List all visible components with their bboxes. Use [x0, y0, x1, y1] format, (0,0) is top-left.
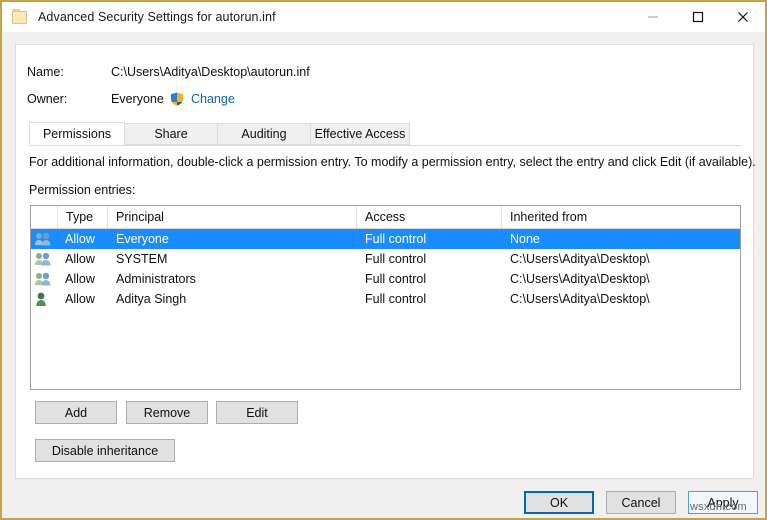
- permission-entries-label: Permission entries:: [29, 183, 135, 197]
- cell-access: Full control: [357, 229, 502, 249]
- edit-button[interactable]: Edit: [216, 401, 298, 424]
- cell-inherited-from: C:\Users\Aditya\Desktop\: [502, 249, 740, 269]
- name-value: C:\Users\Aditya\Desktop\autorun.inf: [111, 65, 310, 79]
- advanced-security-settings-window: Advanced Security Settings for autorun.i…: [0, 0, 767, 520]
- uac-shield-icon: [169, 91, 185, 107]
- cell-type: Allow: [57, 229, 108, 249]
- group-users-icon: [34, 249, 56, 269]
- table-header-row: Type Principal Access Inherited from: [31, 206, 740, 229]
- column-header-type[interactable]: Type: [57, 206, 108, 228]
- table-row[interactable]: Allow SYSTEM Full control C:\Users\Adity…: [31, 249, 740, 269]
- cell-principal: Aditya Singh: [108, 289, 357, 309]
- cell-access: Full control: [357, 249, 502, 269]
- apply-button[interactable]: Apply: [688, 491, 758, 514]
- window-controls: [630, 2, 765, 32]
- cell-inherited-from: None: [502, 229, 740, 249]
- file-folder-icon: [12, 9, 28, 25]
- single-user-icon: [34, 289, 56, 309]
- remove-button[interactable]: Remove: [126, 401, 208, 424]
- column-header-access[interactable]: Access: [357, 206, 502, 228]
- title-bar: Advanced Security Settings for autorun.i…: [2, 2, 765, 32]
- group-users-icon: [34, 269, 56, 289]
- cell-inherited-from: C:\Users\Aditya\Desktop\: [502, 269, 740, 289]
- tab-effective-access[interactable]: Effective Access: [310, 123, 410, 145]
- owner-label: Owner:: [27, 92, 67, 106]
- add-button[interactable]: Add: [35, 401, 117, 424]
- cell-type: Allow: [57, 249, 108, 269]
- dialog-body: Name: C:\Users\Aditya\Desktop\autorun.in…: [2, 32, 765, 518]
- content-panel: Name: C:\Users\Aditya\Desktop\autorun.in…: [15, 44, 754, 479]
- column-header-inherited-from[interactable]: Inherited from: [502, 206, 740, 228]
- cell-type: Allow: [57, 289, 108, 309]
- table-row[interactable]: Allow Administrators Full control C:\Use…: [31, 269, 740, 289]
- close-icon[interactable]: [720, 2, 765, 32]
- cell-principal: Administrators: [108, 269, 357, 289]
- name-label: Name:: [27, 65, 64, 79]
- cell-access: Full control: [357, 269, 502, 289]
- cell-access: Full control: [357, 289, 502, 309]
- owner-value: Everyone: [111, 92, 164, 106]
- window-title: Advanced Security Settings for autorun.i…: [38, 10, 276, 24]
- description-text: For additional information, double-click…: [29, 155, 756, 169]
- group-users-icon: [34, 229, 56, 249]
- minimize-icon[interactable]: [630, 2, 675, 32]
- table-row[interactable]: Allow Aditya Singh Full control C:\Users…: [31, 289, 740, 309]
- table-row[interactable]: Allow Everyone Full control None: [31, 229, 740, 249]
- maximize-icon[interactable]: [675, 2, 720, 32]
- column-header-principal[interactable]: Principal: [108, 206, 357, 228]
- tab-strip: Permissions Share Auditing Effective Acc…: [29, 122, 742, 146]
- cancel-button[interactable]: Cancel: [606, 491, 676, 514]
- cell-inherited-from: C:\Users\Aditya\Desktop\: [502, 289, 740, 309]
- tab-auditing[interactable]: Auditing: [217, 123, 311, 145]
- permission-entries-table[interactable]: Type Principal Access Inherited from: [30, 205, 741, 390]
- tab-permissions[interactable]: Permissions: [29, 122, 125, 145]
- cell-principal: SYSTEM: [108, 249, 357, 269]
- cell-principal: Everyone: [108, 229, 357, 249]
- disable-inheritance-button[interactable]: Disable inheritance: [35, 439, 175, 462]
- change-owner-link[interactable]: Change: [191, 92, 235, 106]
- tab-share[interactable]: Share: [124, 123, 218, 145]
- cell-type: Allow: [57, 269, 108, 289]
- ok-button[interactable]: OK: [524, 491, 594, 514]
